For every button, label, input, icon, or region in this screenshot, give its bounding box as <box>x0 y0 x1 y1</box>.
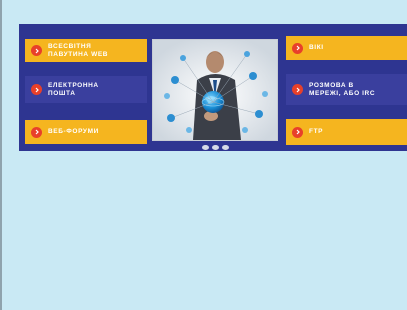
tile-wiki-label: Вікі <box>309 44 324 52</box>
chevron-right-icon <box>31 126 42 138</box>
tile-ftp-label: FTP <box>309 128 324 136</box>
businessman-globe-image <box>152 39 278 141</box>
chevron-right-icon <box>31 84 42 95</box>
carousel-dot[interactable] <box>212 145 219 150</box>
tile-email-label: Електронна пошта <box>48 82 99 97</box>
chevron-right-icon <box>292 42 303 54</box>
tile-email[interactable]: Електронна пошта <box>25 76 147 103</box>
page-frame: Всесвітня павутина WEB Електронна пошта … <box>0 0 407 310</box>
tile-wiki[interactable]: Вікі <box>286 36 407 60</box>
chevron-right-icon <box>292 84 303 95</box>
tile-irc-label: Розмова в мережі, або IRC <box>309 82 376 97</box>
tile-web-forums-label: Веб-форуми <box>48 128 99 136</box>
carousel-dot[interactable] <box>222 145 229 150</box>
tile-web-forums[interactable]: Веб-форуми <box>25 120 147 144</box>
carousel-dot[interactable] <box>202 145 209 150</box>
chevron-right-icon <box>292 126 303 138</box>
carousel-pager <box>202 145 229 150</box>
tile-ftp[interactable]: FTP <box>286 119 407 145</box>
tile-www[interactable]: Всесвітня павутина WEB <box>25 39 147 62</box>
tile-www-label: Всесвітня павутина WEB <box>48 43 109 58</box>
chevron-right-icon <box>31 45 42 56</box>
businessman-globe-illustration <box>153 40 277 140</box>
tile-irc[interactable]: Розмова в мережі, або IRC <box>286 74 407 105</box>
